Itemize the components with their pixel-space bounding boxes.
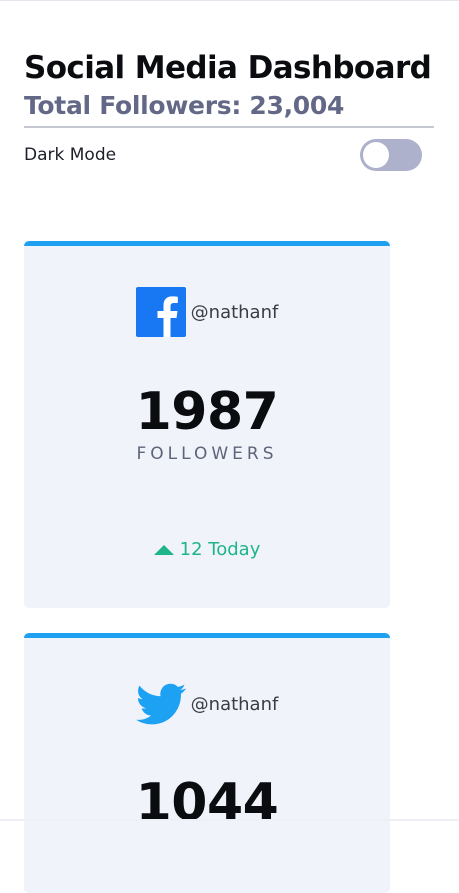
total-followers: Total Followers: 23,004	[24, 91, 345, 120]
today-change: 12 Today	[24, 539, 390, 560]
facebook-icon	[135, 287, 186, 337]
dark-mode-toggle[interactable]	[360, 139, 422, 171]
top-border	[0, 0, 459, 1]
card-header: @nathanf	[24, 287, 390, 337]
twitter-handle: @nathanf	[190, 693, 279, 715]
twitter-card[interactable]: @nathanf 1044	[24, 633, 390, 893]
today-change-text: 12 Today	[179, 539, 261, 560]
card-header: @nathanf	[24, 679, 390, 729]
card-accent-bar	[24, 633, 390, 638]
facebook-card[interactable]: @nathanf 1987 FOLLOWERS 12 Today	[24, 241, 390, 608]
follower-count: 1044	[135, 773, 279, 833]
twitter-icon	[135, 679, 186, 729]
header-divider	[24, 126, 434, 128]
facebook-handle: @nathanf	[190, 301, 279, 323]
up-arrow-icon	[153, 544, 174, 555]
followers-label: FOLLOWERS	[136, 444, 278, 464]
card-accent-bar	[24, 241, 390, 246]
page-title: Social Media Dashboard	[24, 50, 432, 86]
follower-count: 1987	[135, 382, 279, 442]
dark-mode-label: Dark Mode	[24, 145, 117, 165]
toggle-knob	[363, 142, 389, 168]
